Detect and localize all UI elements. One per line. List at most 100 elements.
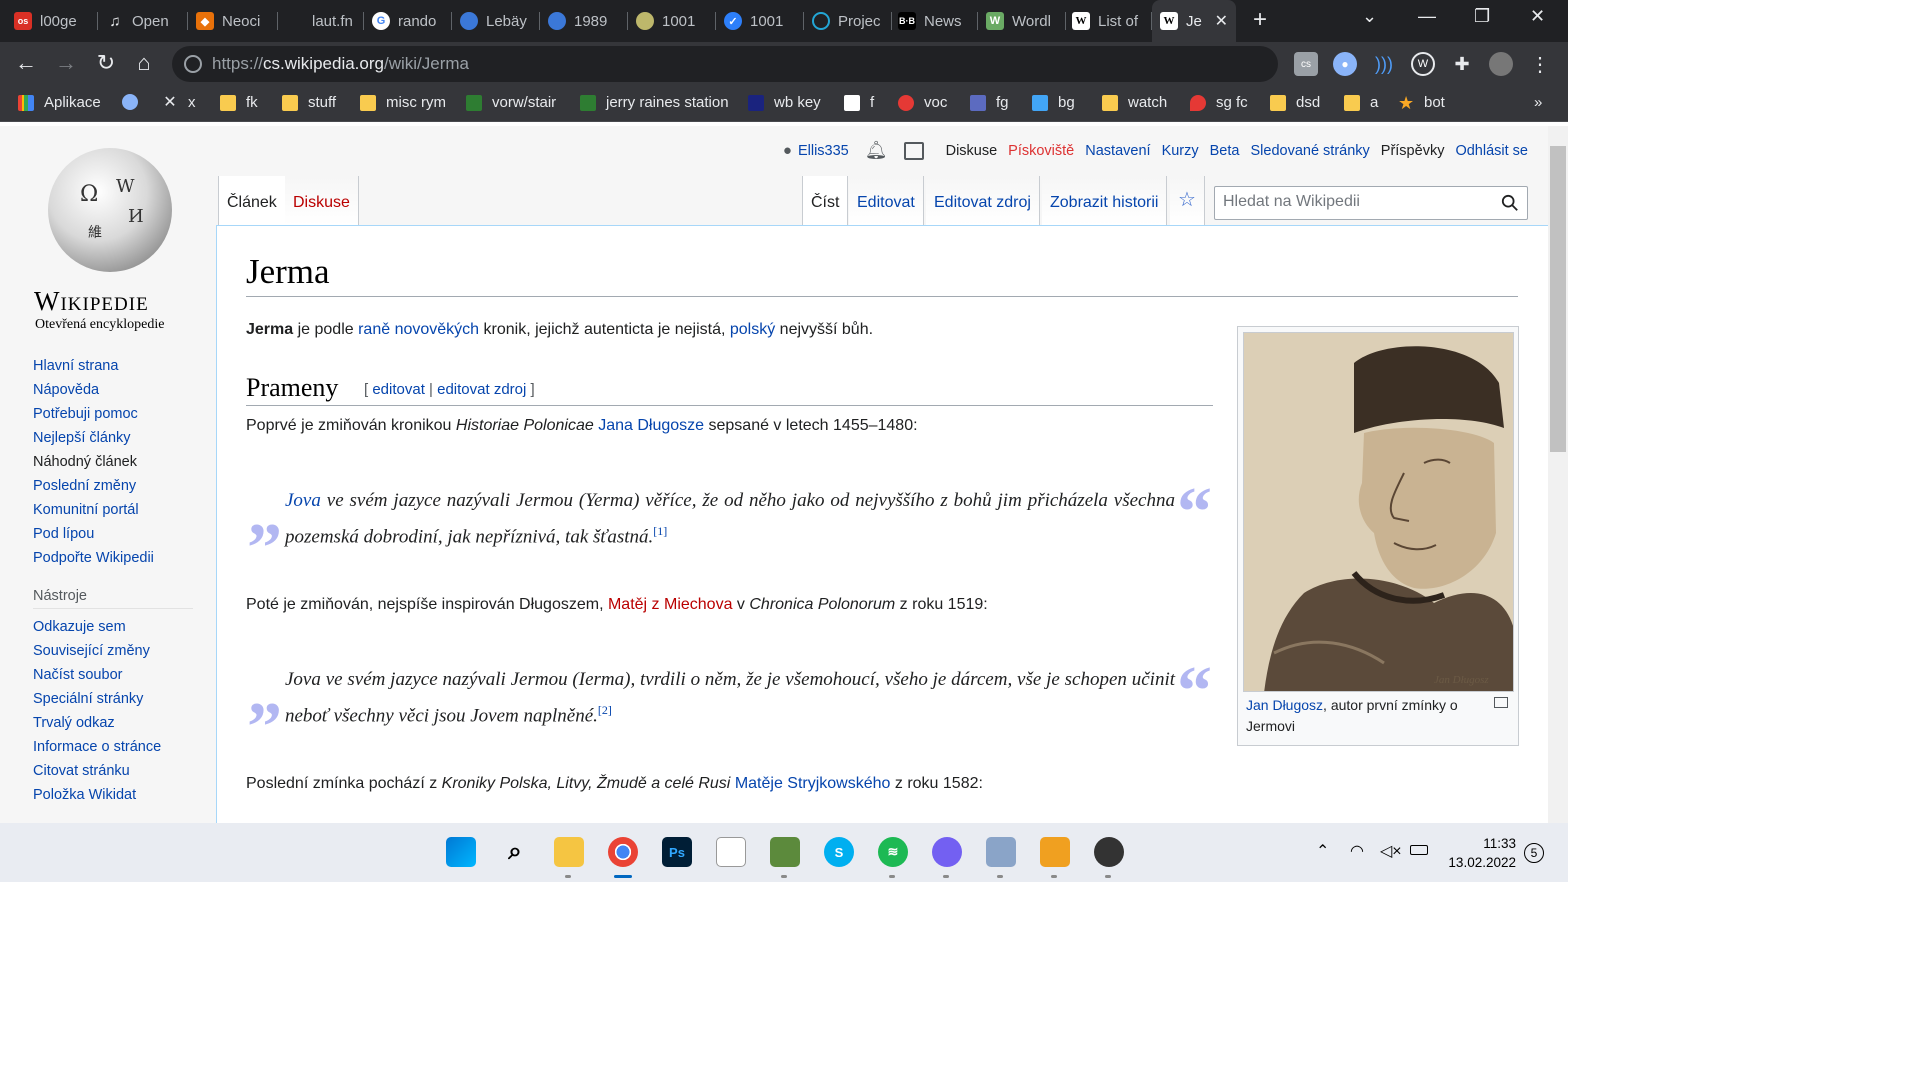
bookmark-watch[interactable]: watch bbox=[1102, 94, 1167, 111]
bookmark-fg[interactable]: fg bbox=[970, 94, 1009, 111]
link-matej-stryjkowski[interactable]: Matěje Stryjkowského bbox=[735, 775, 891, 792]
search-icon[interactable]: ⌕ bbox=[500, 837, 530, 867]
bookmark-bot[interactable]: ★ bot bbox=[1398, 94, 1445, 112]
sidebar-item-nacist-soubor[interactable]: Načíst soubor bbox=[33, 663, 193, 687]
restore-button[interactable]: ❐ bbox=[1474, 6, 1490, 27]
tab-clanek[interactable]: Článek bbox=[218, 176, 286, 225]
sidebar-item-souvisejici-zmeny[interactable]: Související změny bbox=[33, 639, 193, 663]
sidebar-item-odkazuje-sem[interactable]: Odkazuje sem bbox=[33, 615, 193, 639]
tab-cist[interactable]: Číst bbox=[802, 176, 849, 225]
bell-icon[interactable]: 🔔︎ bbox=[865, 140, 888, 161]
tab-12[interactable]: W Wordl bbox=[986, 0, 1066, 42]
spotify-icon[interactable]: ≋ bbox=[878, 837, 908, 867]
bookmark-dsd[interactable]: dsd bbox=[1270, 94, 1320, 111]
bookmark-fk[interactable]: fk bbox=[220, 94, 258, 111]
wordpress-extension-icon[interactable]: W bbox=[1411, 52, 1435, 76]
app-icon[interactable] bbox=[986, 837, 1016, 867]
sidebar-item-komunitni-portal[interactable]: Komunitní portál bbox=[33, 498, 193, 522]
sidebar-item-hlavni-strana[interactable]: Hlavní strana bbox=[33, 354, 193, 378]
reference-2[interactable]: [2] bbox=[598, 703, 612, 717]
enlarge-icon[interactable] bbox=[1494, 697, 1508, 708]
tab-historie[interactable]: Zobrazit historii bbox=[1042, 176, 1168, 225]
minecraft-icon[interactable] bbox=[770, 837, 800, 867]
caption-link-jan-dlugosz[interactable]: Jan Długosz bbox=[1246, 697, 1323, 713]
bookmark-voc[interactable]: voc bbox=[898, 94, 947, 111]
tab-3[interactable]: ◆ Neoci bbox=[196, 0, 278, 42]
viber-icon[interactable] bbox=[932, 837, 962, 867]
scrollbar-thumb[interactable] bbox=[1550, 146, 1566, 452]
bookmark-vorw-stair[interactable]: vorw/stair bbox=[466, 94, 556, 111]
bookmark-bg[interactable]: bg bbox=[1032, 94, 1075, 111]
steam-icon[interactable] bbox=[1094, 837, 1124, 867]
sidebar-item-trvaly-odkaz[interactable]: Trvalý odkaz bbox=[33, 711, 193, 735]
sidebar-item-pod-lipou[interactable]: Pod lípou bbox=[33, 522, 193, 546]
forward-button[interactable]: → bbox=[52, 50, 80, 76]
sidebar-item-informace[interactable]: Informace o stránce bbox=[33, 735, 193, 759]
tab-editovat[interactable]: Editovat bbox=[849, 176, 924, 225]
profile-avatar[interactable] bbox=[1489, 52, 1513, 76]
close-tab-icon[interactable]: ✕ bbox=[1215, 11, 1228, 31]
bookmark-circle[interactable] bbox=[122, 94, 148, 110]
beta-link[interactable]: Beta bbox=[1210, 143, 1240, 159]
link-jan-dlugosz[interactable]: Jana Długosze bbox=[598, 417, 704, 434]
tab-8[interactable]: 1001 bbox=[636, 0, 716, 42]
back-button[interactable]: ← bbox=[12, 50, 40, 76]
chrome-icon[interactable] bbox=[608, 837, 638, 867]
bars-app-icon[interactable] bbox=[1040, 837, 1070, 867]
bookmark-jerry-raines[interactable]: jerry raines station bbox=[580, 94, 729, 111]
url-text[interactable]: https://cs.wikipedia.org/wiki/Jerma bbox=[212, 54, 469, 74]
username-link[interactable]: Ellis335 bbox=[798, 143, 849, 159]
start-icon[interactable] bbox=[446, 837, 476, 867]
sidebar-item-nejlepsi-clanky[interactable]: Nejlepší články bbox=[33, 426, 193, 450]
tab-editovat-zdroj[interactable]: Editovat zdroj bbox=[926, 176, 1040, 225]
audio-extension-icon[interactable]: ))) bbox=[1372, 52, 1396, 76]
tab-2[interactable]: ♫ Open bbox=[106, 0, 188, 42]
extensions-puzzle-icon[interactable]: ✚ bbox=[1450, 52, 1474, 76]
reference-1[interactable]: [1] bbox=[653, 524, 667, 538]
logout-link[interactable]: Odhlásit se bbox=[1455, 143, 1528, 159]
close-window-button[interactable]: ✕ bbox=[1530, 6, 1545, 27]
bookmark-stuff[interactable]: stuff bbox=[282, 94, 336, 111]
address-bar[interactable]: https://cs.wikipedia.org/wiki/Jerma bbox=[172, 46, 1278, 82]
sidebar-item-napoveda[interactable]: Nápověda bbox=[33, 378, 193, 402]
contributions-link[interactable]: Příspěvky bbox=[1381, 143, 1445, 159]
new-tab-button[interactable]: + bbox=[1253, 6, 1267, 34]
sidebar-item-citovat[interactable]: Citovat stránku bbox=[33, 759, 193, 783]
sidebar-item-podporte[interactable]: Podpořte Wikipedii bbox=[33, 546, 193, 570]
tab-5[interactable]: G rando bbox=[372, 0, 452, 42]
notepad-icon[interactable] bbox=[716, 837, 746, 867]
skype-icon[interactable]: S bbox=[824, 837, 854, 867]
bookmark-misc-rym[interactable]: misc rym bbox=[360, 94, 446, 111]
menu-kebab-icon[interactable]: ⋮ bbox=[1528, 52, 1552, 76]
search-icon[interactable] bbox=[1501, 194, 1519, 212]
system-clock[interactable]: 11:33 13.02.2022 bbox=[1444, 834, 1516, 872]
bookmark-sg-fc[interactable]: sg fc bbox=[1190, 94, 1248, 111]
tab-10[interactable]: Projec bbox=[812, 0, 892, 42]
bookmark-x[interactable]: ✕ x bbox=[162, 94, 195, 111]
chevron-up-icon[interactable]: ⌃ bbox=[1316, 841, 1329, 861]
link-rane-novoveke[interactable]: raně novověkých bbox=[358, 321, 479, 338]
minimize-button[interactable]: — bbox=[1418, 6, 1436, 27]
edit-source-section-link[interactable]: editovat zdroj bbox=[437, 381, 526, 398]
wifi-icon[interactable]: ◠ bbox=[1350, 841, 1364, 861]
tab-diskuse[interactable]: Diskuse bbox=[285, 176, 359, 225]
tab-4[interactable]: laut.fn bbox=[286, 0, 364, 42]
tab-active[interactable]: W Je ✕ bbox=[1152, 0, 1236, 42]
tab-1[interactable]: os l00ge bbox=[14, 0, 98, 42]
volume-muted-icon[interactable]: ◁× bbox=[1380, 841, 1402, 861]
tab-9[interactable]: ✓ 1001 bbox=[724, 0, 804, 42]
tab-6[interactable]: Lebäy bbox=[460, 0, 540, 42]
user-talk-link[interactable]: Diskuse bbox=[946, 143, 998, 159]
sidebar-item-posledni-zmeny[interactable]: Poslední změny bbox=[33, 474, 193, 498]
photoshop-icon[interactable]: Ps bbox=[662, 837, 692, 867]
watchlist-link[interactable]: Sledované stránky bbox=[1250, 143, 1369, 159]
watch-star-icon[interactable]: ☆ bbox=[1170, 176, 1205, 225]
bookmark-apps[interactable]: Aplikace bbox=[18, 94, 101, 111]
tab-search-icon[interactable]: ⌄ bbox=[1362, 6, 1377, 27]
link-matej-z-miechova[interactable]: Matěj z Miechova bbox=[608, 596, 733, 613]
home-button[interactable]: ⌂ bbox=[130, 50, 158, 76]
sidebar-item-wikidata[interactable]: Položka Wikidat bbox=[33, 783, 193, 807]
sidebar-item-nahodny-clanek[interactable]: Náhodný článek bbox=[33, 450, 193, 474]
bookmarks-overflow-button[interactable]: » bbox=[1534, 94, 1542, 111]
sidebar-item-specialni-stranky[interactable]: Speciální stránky bbox=[33, 687, 193, 711]
